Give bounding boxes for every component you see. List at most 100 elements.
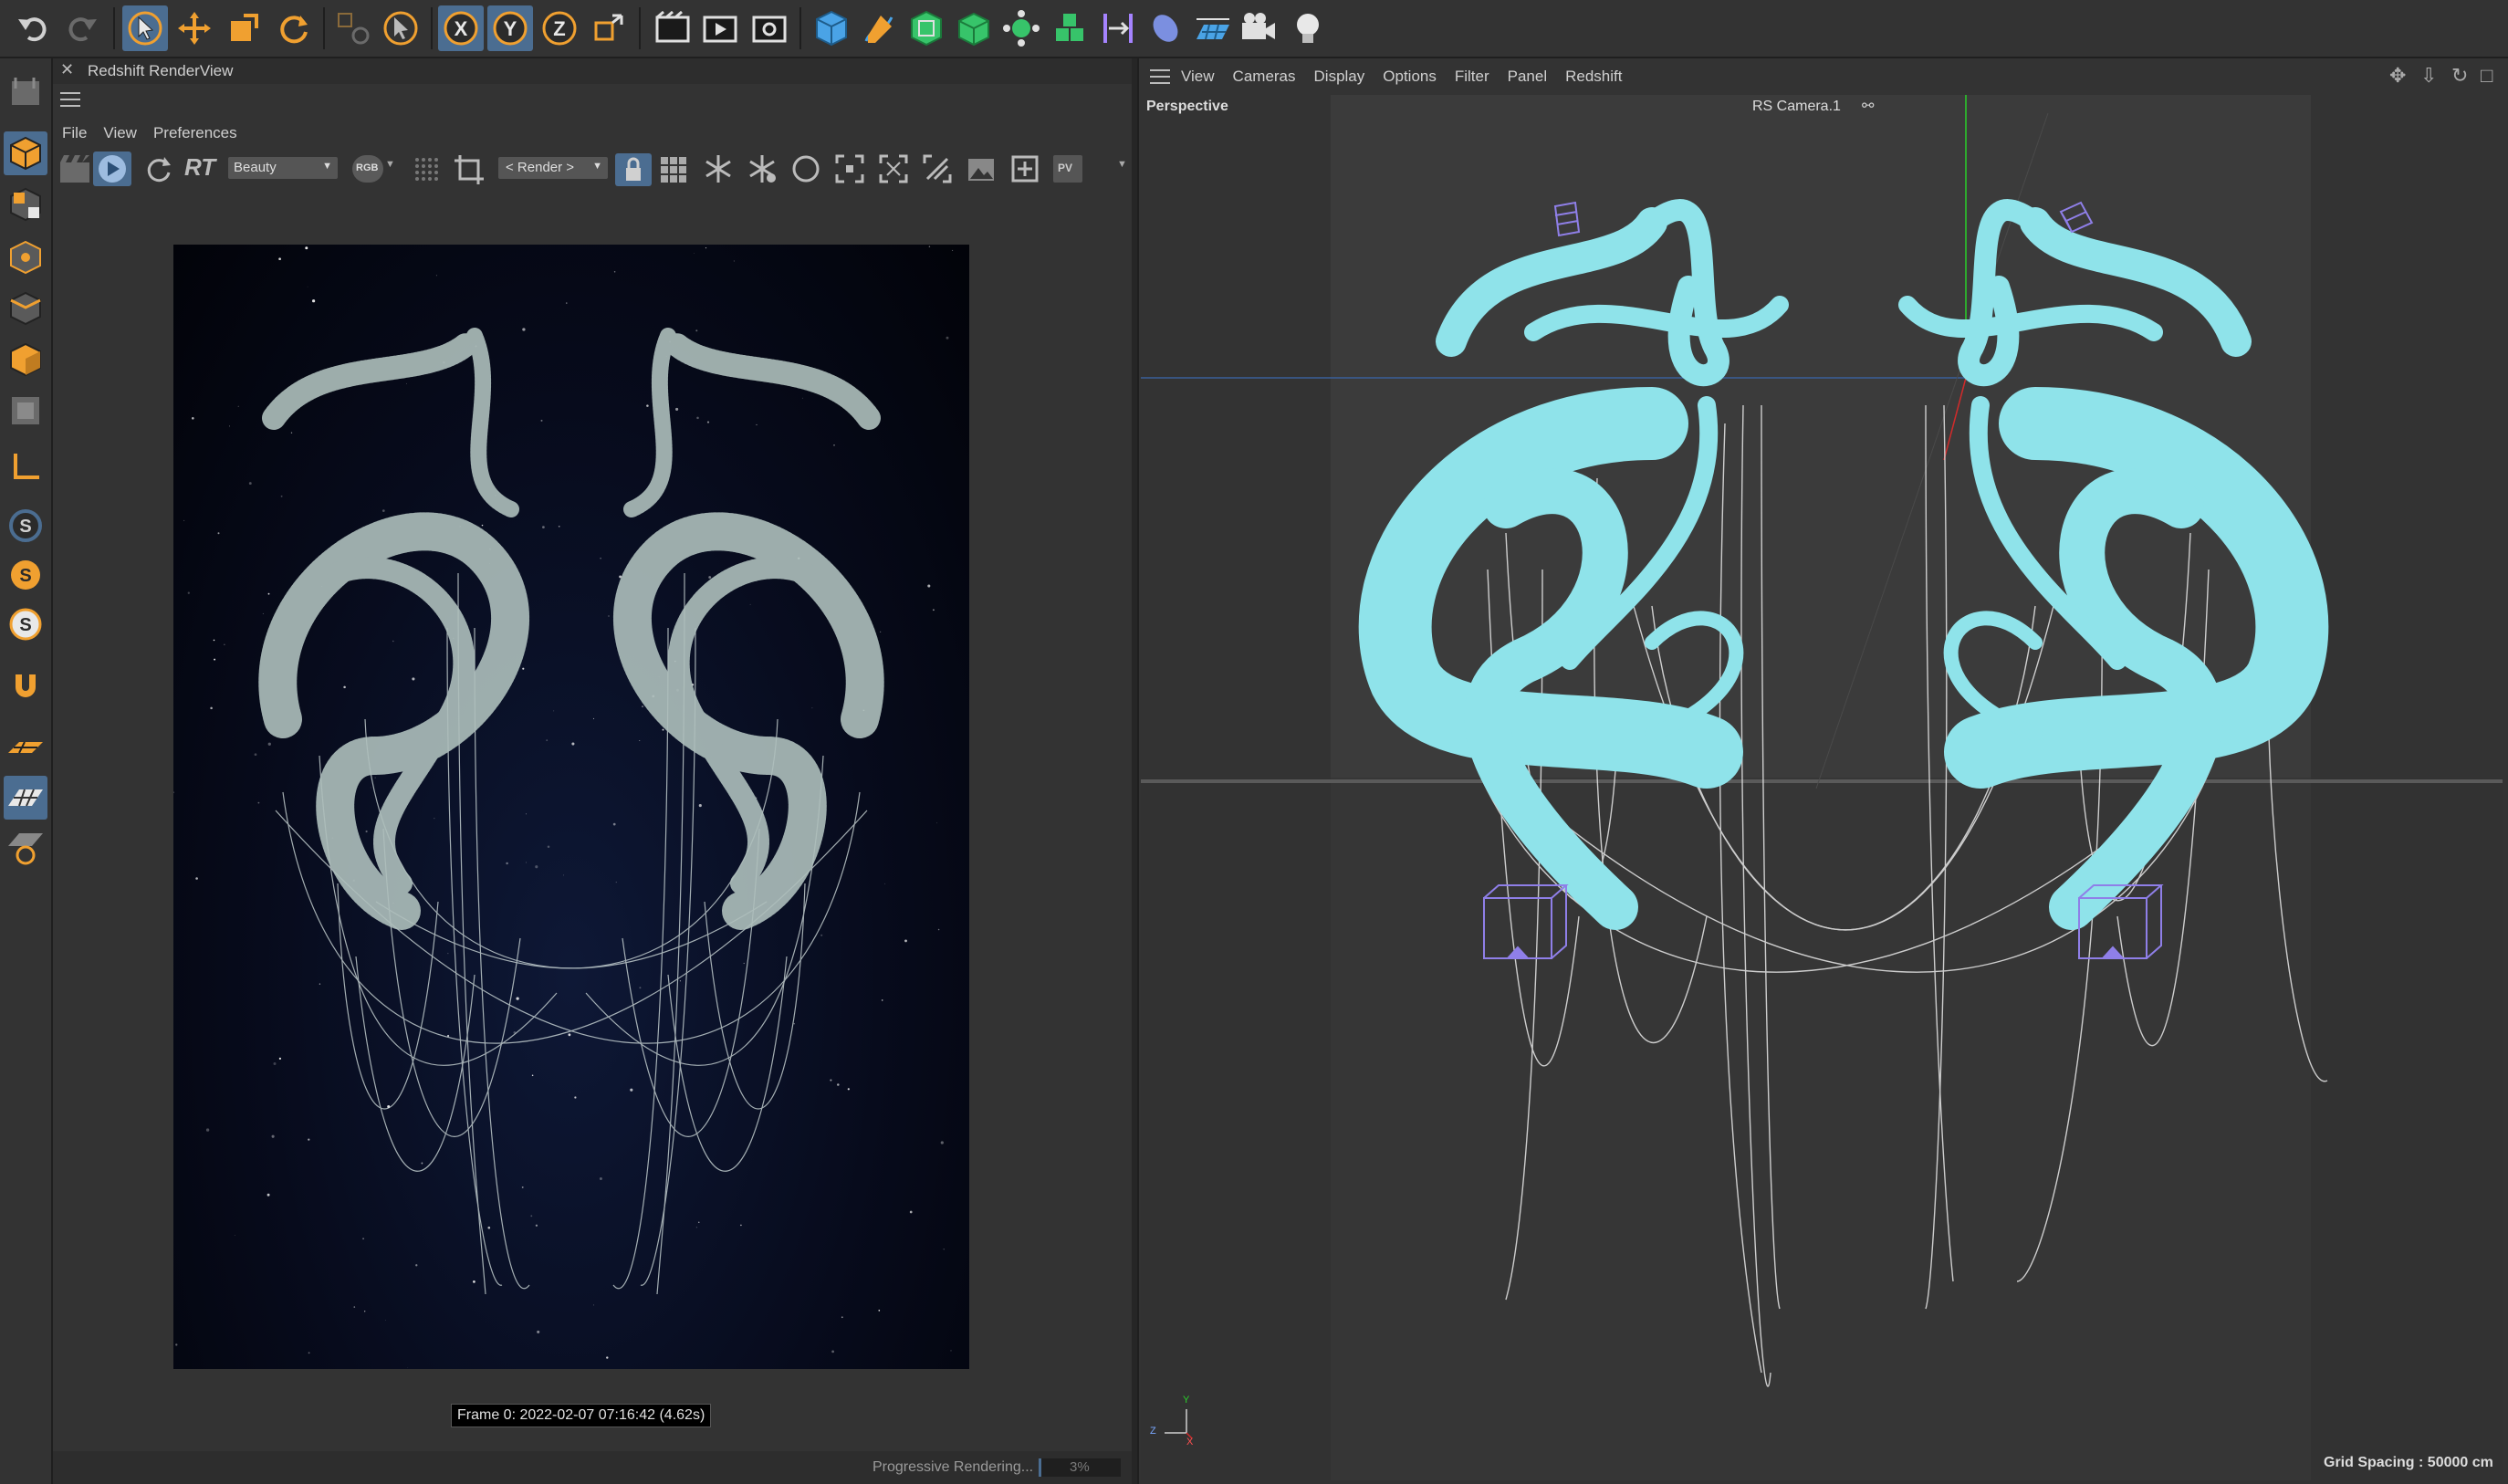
compare-icon[interactable] — [922, 153, 953, 184]
rgb-channel-button[interactable]: RGB — [352, 155, 383, 183]
workplane-mode-icon[interactable] — [4, 445, 47, 489]
rotate-view-icon[interactable]: ↻ — [2451, 64, 2468, 88]
snap-icon[interactable]: S — [4, 504, 47, 548]
start-render-button[interactable] — [93, 152, 131, 186]
model-mode-icon[interactable] — [4, 69, 47, 113]
edge-mode-icon[interactable] — [4, 235, 47, 279]
vp-menu-redshift[interactable]: Redshift — [1565, 68, 1622, 86]
live-select-icon[interactable] — [378, 5, 423, 51]
grid-dots-icon[interactable] — [413, 155, 440, 183]
camera-link-icon[interactable]: ⚯ — [1862, 97, 1874, 115]
cube-icon[interactable] — [809, 5, 854, 51]
x-axis-icon[interactable]: X — [438, 5, 484, 51]
y-axis-icon[interactable]: Y — [487, 5, 533, 51]
render-settings-icon[interactable] — [747, 5, 792, 51]
vp-menu-display[interactable]: Display — [1314, 68, 1365, 86]
camera-select[interactable]: < Render > ▼ — [498, 157, 608, 179]
lock-icon — [626, 157, 641, 181]
rotate-icon[interactable] — [270, 5, 316, 51]
camera-icon[interactable] — [1236, 5, 1281, 51]
snowflake-denoise-icon[interactable] — [747, 153, 778, 184]
light-icon[interactable] — [1285, 5, 1331, 51]
quantize-icon[interactable]: S — [4, 602, 47, 646]
undo-icon[interactable] — [11, 5, 57, 51]
crop-icon[interactable] — [453, 153, 486, 186]
select-icon[interactable] — [122, 5, 168, 51]
close-icon[interactable]: ✕ — [60, 60, 74, 79]
fit-icon[interactable] — [878, 153, 909, 184]
gizmo-x-label: X — [1186, 1437, 1194, 1447]
floor-icon[interactable] — [1190, 5, 1236, 51]
image-icon[interactable] — [966, 153, 997, 184]
maximize-view-icon[interactable]: □ — [2481, 64, 2492, 88]
main-toolbar: X Y Z — [0, 0, 2508, 58]
post-effects-button[interactable]: PV — [1053, 155, 1082, 183]
pen-icon[interactable] — [856, 5, 902, 51]
svg-text:S: S — [19, 517, 31, 537]
world-coords-icon[interactable] — [586, 5, 632, 51]
render-view-toolbar: RT Beauty ▼ RGB ▼ < Render > ▼ PV ▼ — [53, 148, 1132, 190]
viewport-menubar: View Cameras Display Options Filter Pane… — [1139, 58, 2508, 93]
move-icon[interactable] — [172, 5, 217, 51]
render-artwork — [173, 246, 954, 1368]
frame-info: Frame 0: 2022-02-07 07:16:42 (4.62s) — [451, 1404, 712, 1427]
aov-select[interactable]: Beauty ▼ — [228, 157, 338, 179]
axis-mode-icon[interactable] — [4, 389, 47, 433]
subdivide-icon[interactable] — [904, 5, 949, 51]
deformer-icon[interactable] — [1095, 5, 1141, 51]
focus-icon[interactable] — [834, 153, 865, 184]
circle-icon[interactable] — [790, 153, 821, 184]
zoom-view-icon[interactable]: ⇩ — [2420, 64, 2437, 88]
grid-spacing: Grid Spacing : 50000 cm — [2324, 1455, 2493, 1470]
snap-settings-icon[interactable]: S — [4, 553, 47, 597]
vp-menu-panel[interactable]: Panel — [1508, 68, 1547, 86]
extrude-icon[interactable] — [951, 5, 997, 51]
viewport-canvas[interactable]: Perspective RS Camera.1 ⚯ Grid Spacing :… — [1141, 95, 2503, 1480]
pan-view-icon[interactable]: ✥ — [2389, 64, 2406, 88]
gizmo-y-label: Y — [1183, 1395, 1190, 1406]
bucket-grid-icon[interactable] — [659, 155, 688, 184]
vp-menu-view[interactable]: View — [1181, 68, 1215, 86]
chevron-down-icon[interactable]: ▼ — [1117, 159, 1127, 170]
field-icon[interactable] — [1143, 5, 1188, 51]
uv-mode-icon[interactable] — [4, 338, 47, 381]
hamburger-menu-icon[interactable] — [60, 89, 80, 108]
polygon-mode-icon[interactable] — [4, 287, 47, 330]
rt-toggle[interactable]: RT — [184, 153, 215, 182]
render-view-menubar: File View Preferences — [62, 124, 237, 142]
grid-icon[interactable] — [4, 776, 47, 820]
z-axis-label: Z — [553, 17, 565, 40]
workplane-icon[interactable] — [4, 726, 47, 770]
viewport-panel: View Cameras Display Options Filter Pane… — [1137, 58, 2508, 1484]
point-mode-icon[interactable] — [4, 183, 47, 226]
frame-info-text: Frame 0: 2022-02-07 07:16:42 (4.62s) — [457, 1407, 705, 1423]
vp-menu-options[interactable]: Options — [1383, 68, 1437, 86]
coordinate-icon[interactable] — [330, 5, 376, 51]
render-view-icon[interactable] — [697, 5, 743, 51]
add-snapshot-icon[interactable] — [1009, 153, 1040, 184]
redo-icon[interactable] — [58, 5, 104, 51]
camera-label: RS Camera.1 — [1752, 99, 1841, 114]
cloner-icon[interactable] — [998, 5, 1044, 51]
texture-mode-icon[interactable] — [4, 131, 47, 175]
array-icon[interactable] — [1048, 5, 1093, 51]
lock-button[interactable] — [615, 153, 652, 186]
rendered-image — [173, 245, 969, 1369]
refresh-icon[interactable] — [142, 153, 173, 184]
y-axis-label: Y — [504, 17, 517, 40]
viewport-hamburger-icon[interactable] — [1150, 69, 1170, 86]
mode-toolbar: S S S — [0, 58, 53, 1484]
render-clapper-icon[interactable] — [58, 153, 91, 184]
locked-workplane-icon[interactable] — [4, 825, 47, 869]
vp-menu-filter[interactable]: Filter — [1455, 68, 1489, 86]
scale-icon[interactable] — [221, 5, 266, 51]
menu-view[interactable]: View — [103, 124, 137, 142]
snowflake-icon[interactable] — [703, 153, 734, 184]
magnet-icon[interactable] — [4, 664, 47, 708]
vp-menu-cameras[interactable]: Cameras — [1233, 68, 1296, 86]
menu-preferences[interactable]: Preferences — [153, 124, 237, 142]
z-axis-icon[interactable]: Z — [537, 5, 582, 51]
chevron-down-icon[interactable]: ▼ — [385, 159, 395, 170]
menu-file[interactable]: File — [62, 124, 87, 142]
render-region-icon[interactable] — [650, 5, 695, 51]
